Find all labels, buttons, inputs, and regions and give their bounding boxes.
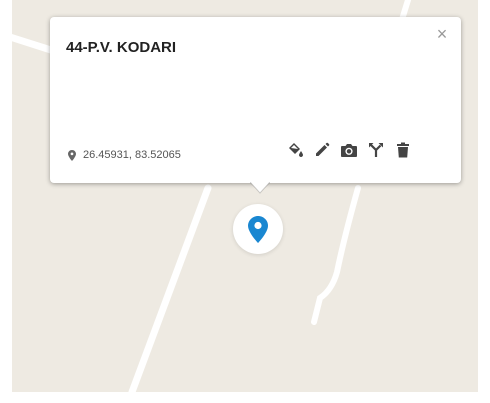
edit-button[interactable] <box>313 141 331 159</box>
coordinates-text: 26.45931, 83.52065 <box>83 149 181 161</box>
popup-title: 44-P.V. KODARI <box>66 39 177 56</box>
location-marker-icon <box>248 215 268 243</box>
trash-icon <box>397 142 409 158</box>
road-segment <box>12 33 58 55</box>
info-popup: 44-P.V. KODARI × 26.45931, 83.52065 <box>50 17 461 183</box>
coordinates-row: 26.45931, 83.52065 <box>68 148 181 162</box>
delete-button[interactable] <box>394 141 412 159</box>
route-fork-icon <box>369 143 383 157</box>
edit-pencil-icon <box>316 142 330 156</box>
fill-color-icon <box>289 143 303 157</box>
camera-button[interactable] <box>340 141 358 159</box>
close-icon[interactable]: × <box>433 25 451 43</box>
screenshot-frame: 44-P.V. KODARI × 26.45931, 83.52065 <box>0 0 490 403</box>
map-marker[interactable] <box>233 204 283 254</box>
camera-icon <box>341 144 357 157</box>
popup-pointer <box>250 182 270 194</box>
road-segment <box>311 185 361 325</box>
directions-button[interactable] <box>367 141 385 159</box>
popup-toolbar <box>286 138 421 162</box>
location-pin-icon <box>68 149 76 161</box>
fill-color-button[interactable] <box>286 141 304 159</box>
road-segment <box>128 184 212 392</box>
